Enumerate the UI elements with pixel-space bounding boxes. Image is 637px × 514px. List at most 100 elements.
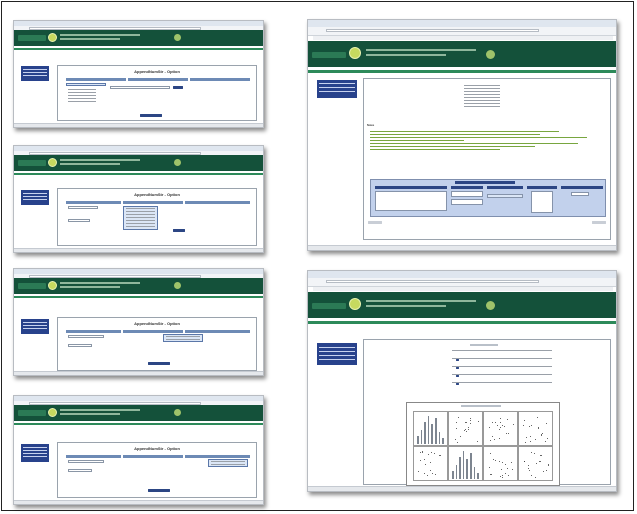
scatter-point <box>542 432 544 434</box>
option-header <box>185 330 250 333</box>
sidebar-menu[interactable] <box>21 66 49 81</box>
scatter-point <box>430 452 432 454</box>
seal-icon <box>48 158 57 167</box>
scatter-point <box>499 428 501 430</box>
sidebar-menu[interactable] <box>21 444 49 462</box>
scatter-point <box>499 437 501 439</box>
scatter-point <box>539 461 541 463</box>
result-table-title <box>470 344 498 346</box>
scatter-point <box>423 472 425 474</box>
scatter-point <box>523 425 525 427</box>
histogram-bar <box>455 465 458 479</box>
option-listbox[interactable] <box>531 191 553 213</box>
dropdown-options[interactable] <box>209 460 247 468</box>
submit-button[interactable] <box>173 229 185 232</box>
scatter-point <box>477 441 479 443</box>
table-title <box>455 181 515 184</box>
output-select[interactable] <box>571 192 589 196</box>
option-header <box>66 330 121 333</box>
scatter-point <box>426 475 428 477</box>
scatter-point <box>494 460 496 462</box>
site-logo <box>312 52 346 58</box>
scatter-panel <box>413 446 448 481</box>
option-field[interactable] <box>451 191 483 197</box>
value-input[interactable] <box>68 460 104 463</box>
scatter-point <box>428 453 430 455</box>
seal-icon <box>48 408 57 417</box>
scatter-point <box>488 466 490 468</box>
dropdown-open-list[interactable] <box>163 334 203 342</box>
status-bar <box>14 248 263 252</box>
submit-button[interactable] <box>148 489 170 492</box>
dropdown-options[interactable] <box>124 207 157 230</box>
histogram-bar <box>427 416 430 444</box>
scatter-point <box>529 440 531 442</box>
histogram-bar <box>477 473 479 479</box>
next-button[interactable] <box>592 221 606 224</box>
address-field[interactable] <box>326 29 539 32</box>
scatter-point <box>467 428 469 430</box>
option-header <box>66 201 121 204</box>
browser-titlebar <box>308 271 616 278</box>
scatter-point <box>468 426 470 428</box>
value-input[interactable] <box>68 344 92 347</box>
sidebar-menu[interactable] <box>317 80 357 98</box>
scatter-point <box>502 474 504 476</box>
seal-icon <box>349 47 361 59</box>
scatter-point <box>418 470 420 472</box>
seal-icon <box>174 34 181 41</box>
scatter-point <box>527 468 529 470</box>
variable-list[interactable] <box>66 83 106 86</box>
seal-icon <box>349 298 361 310</box>
dropdown-options[interactable] <box>164 335 202 343</box>
value-input[interactable] <box>110 86 170 89</box>
banner-title <box>366 300 476 302</box>
row-marker <box>456 383 459 385</box>
value-input[interactable] <box>68 206 98 209</box>
screenshot-right-top: Notes <box>307 19 617 251</box>
value-input[interactable] <box>68 469 92 472</box>
matrix-title <box>461 405 501 407</box>
scatter-point <box>540 435 542 437</box>
scatter-point <box>457 417 459 419</box>
submit-button[interactable] <box>140 114 162 117</box>
status-bar <box>14 500 263 504</box>
value-input[interactable] <box>68 219 90 222</box>
main-panel: Notes <box>363 78 611 240</box>
option-select[interactable] <box>487 194 523 198</box>
address-field[interactable] <box>326 280 539 283</box>
scatter-point <box>503 426 505 428</box>
histogram-bar <box>459 457 461 479</box>
status-bar <box>308 486 616 491</box>
banner-title <box>60 282 140 284</box>
site-logo <box>18 160 46 166</box>
back-button[interactable] <box>368 221 382 224</box>
dropdown-open-list[interactable] <box>123 206 158 230</box>
scatter-point <box>490 452 492 454</box>
seal-icon <box>486 50 495 59</box>
value-input[interactable] <box>68 335 104 338</box>
banner-title <box>60 409 140 411</box>
scatter-point <box>507 432 509 434</box>
scatter-point <box>494 438 496 440</box>
sidebar-menu[interactable] <box>21 190 49 205</box>
banner-subtitle <box>366 305 446 307</box>
option-header <box>66 78 126 81</box>
apply-button[interactable] <box>173 86 183 89</box>
main-panel: AppendNumStr - Option <box>57 317 257 371</box>
status-bar <box>14 123 263 127</box>
site-logo <box>18 283 46 289</box>
table-row <box>452 350 552 385</box>
option-header <box>66 455 121 458</box>
scatter-point <box>477 420 479 422</box>
main-panel <box>363 339 611 486</box>
scatter-point <box>502 476 504 478</box>
sidebar-menu[interactable] <box>21 319 49 334</box>
sidebar-menu[interactable] <box>317 343 357 365</box>
dropdown-open-list[interactable] <box>208 459 248 467</box>
banner-title <box>60 34 140 36</box>
option-field[interactable] <box>451 199 483 205</box>
submit-button[interactable] <box>148 362 170 365</box>
variable-textarea[interactable] <box>375 191 447 211</box>
scatter-point <box>470 420 472 422</box>
